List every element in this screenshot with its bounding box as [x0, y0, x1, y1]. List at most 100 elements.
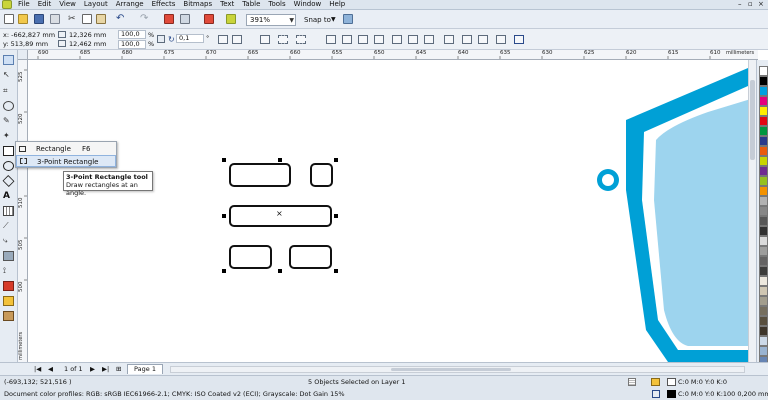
parallel-dimension-tool-icon[interactable]: ⟋ [3, 221, 14, 231]
blend-tool-icon[interactable] [3, 251, 14, 261]
menu-table[interactable]: Table [238, 0, 264, 9]
color-swatch[interactable] [759, 306, 768, 316]
cut-icon[interactable]: ✂ [68, 14, 78, 24]
redo-icon[interactable]: ↷ [140, 14, 150, 24]
center-mark-icon[interactable]: × [276, 210, 283, 218]
x-position-field[interactable]: x: -662,827 mm [3, 31, 55, 39]
close-button[interactable]: × [758, 0, 764, 9]
rounded-rectangle[interactable] [229, 163, 291, 187]
options-icon[interactable] [343, 14, 353, 24]
group-icon[interactable] [326, 35, 336, 44]
color-swatch[interactable] [759, 256, 768, 266]
color-swatch[interactable] [759, 226, 768, 236]
y-position-field[interactable]: y: 513,89 mm [3, 40, 48, 48]
front-minus-back-icon[interactable] [462, 35, 472, 44]
lock-ratio-icon[interactable] [157, 35, 165, 43]
horizontal-ruler[interactable]: 690 685 680 675 670 665 660 655 650 645 … [18, 50, 758, 60]
vertical-ruler[interactable]: 525 520 515 510 505 500 millimeters [18, 60, 28, 362]
color-swatch[interactable] [759, 196, 768, 206]
smart-fill-tool-icon[interactable]: ✦ [3, 131, 14, 141]
color-swatch[interactable] [759, 346, 768, 356]
ungroup-all-icon[interactable] [358, 35, 368, 44]
rounded-rectangle[interactable] [289, 245, 332, 269]
selection-handle[interactable] [334, 269, 338, 273]
outline-tool-icon[interactable] [3, 281, 14, 291]
publish-pdf-icon[interactable] [204, 14, 214, 24]
object-details-icon[interactable] [628, 378, 636, 386]
last-page-icon[interactable]: ▶| [102, 365, 109, 373]
next-page-icon[interactable]: ▶ [90, 365, 95, 373]
menu-arrange[interactable]: Arrange [112, 0, 148, 9]
save-icon[interactable] [34, 14, 44, 24]
flyout-item-rectangle[interactable]: Rectangle F6 [16, 143, 116, 155]
color-swatch[interactable] [759, 86, 768, 96]
color-swatch[interactable] [759, 236, 768, 246]
scrollbar-thumb[interactable] [750, 80, 755, 160]
chevron-down-icon[interactable]: ▼ [331, 16, 336, 23]
rectangle-tool-icon[interactable] [3, 146, 14, 156]
scale-x-field[interactable]: 100,0 [118, 30, 146, 39]
align-distribute-icon[interactable] [514, 35, 524, 44]
no-color-swatch[interactable] [759, 66, 768, 76]
menu-window[interactable]: Window [290, 0, 326, 9]
menu-layout[interactable]: Layout [80, 0, 112, 9]
ruler-origin[interactable] [18, 50, 28, 60]
mirror-horizontal-icon[interactable] [218, 35, 228, 44]
rounded-rectangle[interactable] [310, 163, 333, 187]
interactive-fill-tool-icon[interactable] [3, 311, 14, 321]
selection-handle[interactable] [222, 158, 226, 162]
intersect-icon[interactable] [424, 35, 434, 44]
color-profiles-status[interactable]: Document color profiles: RGB: sRGB IEC61… [4, 390, 345, 398]
color-swatch[interactable] [759, 126, 768, 136]
import-icon[interactable] [164, 14, 174, 24]
color-swatch[interactable] [759, 206, 768, 216]
color-swatch[interactable] [759, 166, 768, 176]
menu-effects[interactable]: Effects [148, 0, 180, 9]
menu-view[interactable]: View [55, 0, 80, 9]
scale-y-field[interactable]: 100,0 [118, 40, 146, 49]
selection-handle[interactable] [278, 269, 282, 273]
combine-icon[interactable] [374, 35, 384, 44]
restore-button[interactable]: ▫ [748, 0, 753, 9]
menu-edit[interactable]: Edit [34, 0, 56, 9]
menu-help[interactable]: Help [325, 0, 349, 9]
color-swatch[interactable] [759, 116, 768, 126]
fill-tool-icon[interactable] [3, 296, 14, 306]
rounded-rectangle[interactable] [229, 245, 272, 269]
undo-icon[interactable]: ↶ [116, 14, 126, 24]
add-page-icon[interactable]: ⊞ [116, 365, 121, 373]
zoom-level-select[interactable]: 391% ▼ [246, 14, 296, 26]
polygon-tool-icon[interactable] [2, 175, 15, 187]
export-icon[interactable] [180, 14, 190, 24]
color-swatch[interactable] [759, 216, 768, 226]
fill-color-swatch[interactable] [667, 378, 676, 386]
weld-icon[interactable] [392, 35, 402, 44]
ellipse-tool-icon[interactable] [3, 161, 14, 171]
color-swatch[interactable] [759, 136, 768, 146]
simplify-icon[interactable] [444, 35, 454, 44]
mirror-vertical-icon[interactable] [232, 35, 242, 44]
first-page-icon[interactable]: |◀ [34, 365, 41, 373]
create-boundary-icon[interactable] [496, 35, 506, 44]
color-swatch[interactable] [759, 296, 768, 306]
color-swatch[interactable] [759, 276, 768, 286]
connector-tool-icon[interactable]: ⤷ [3, 236, 14, 246]
drawing-canvas[interactable]: × [28, 60, 754, 362]
selection-handle[interactable] [222, 269, 226, 273]
color-swatch[interactable] [759, 146, 768, 156]
color-swatch[interactable] [759, 186, 768, 196]
to-front-icon[interactable] [296, 35, 306, 44]
fill-bucket-icon[interactable] [651, 378, 660, 386]
copy-icon[interactable] [82, 14, 92, 24]
color-swatch[interactable] [759, 96, 768, 106]
selection-handle[interactable] [334, 158, 338, 162]
color-swatch[interactable] [759, 176, 768, 186]
horizontal-scrollbar[interactable] [170, 366, 745, 373]
menu-text[interactable]: Text [216, 0, 238, 9]
selection-handle[interactable] [222, 214, 226, 218]
new-document-icon[interactable] [4, 14, 14, 24]
application-launcher-icon[interactable] [226, 14, 236, 24]
flyout-item-3-point-rectangle[interactable]: 3-Point Rectangle [16, 155, 116, 167]
crop-tool-icon[interactable]: ⌗ [3, 86, 14, 96]
color-swatch[interactable] [759, 316, 768, 326]
